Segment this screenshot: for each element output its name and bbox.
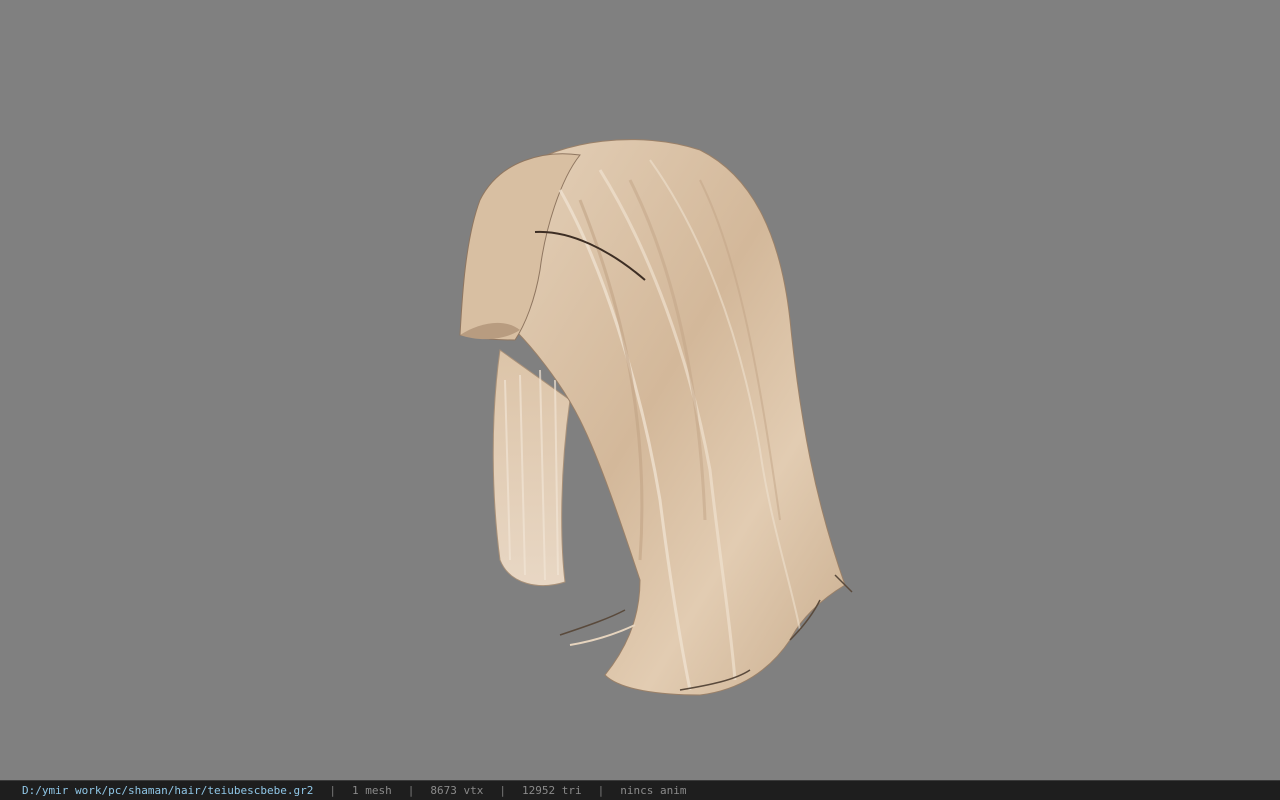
animation-status: nincs anim [620,784,687,797]
separator: | [407,784,415,797]
file-path: D:/ymir work/pc/shaman/hair/teiubescbebe… [22,784,314,797]
triangle-count: 12952 tri [522,784,582,797]
separator: | [329,784,337,797]
mesh-count: 1 mesh [352,784,392,797]
separator: | [499,784,507,797]
vertex-count: 8673 vtx [430,784,484,797]
separator: | [597,784,605,797]
hair-model-3d[interactable] [0,0,1280,780]
3d-viewport[interactable] [0,0,1280,780]
status-bar: D:/ymir work/pc/shaman/hair/teiubescbebe… [0,780,1280,800]
